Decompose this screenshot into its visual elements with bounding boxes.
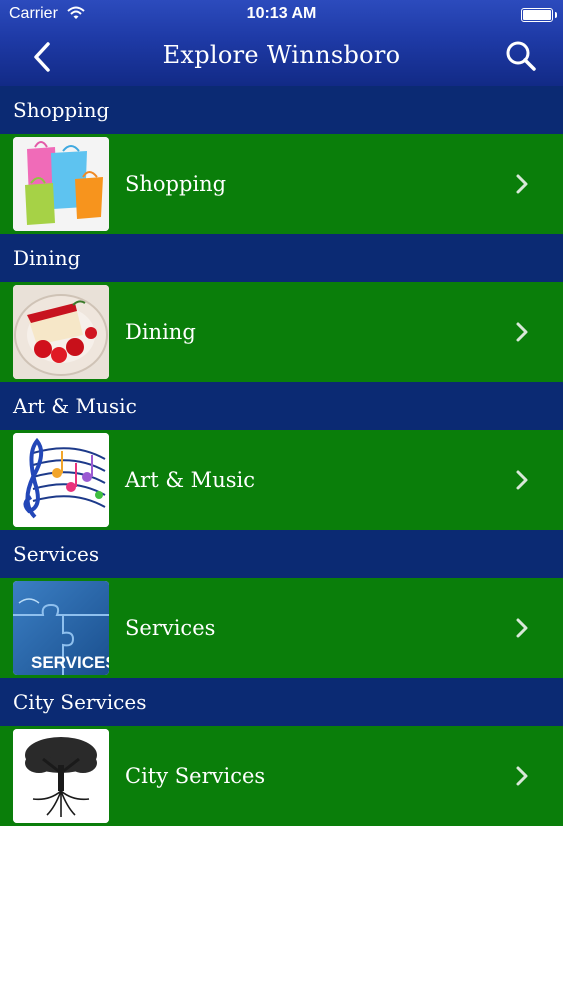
dessert-plate-image: [13, 285, 109, 379]
services-thumbnail-text: SERVICES: [31, 653, 109, 672]
list-item-shopping[interactable]: Shopping: [0, 134, 563, 234]
category-list: Shopping Shopping Dining Dining Art & Mu…: [0, 86, 563, 826]
music-notes-image: [13, 433, 109, 527]
list-item-services[interactable]: SERVICES Services: [0, 578, 563, 678]
page-title: Explore Winnsboro: [162, 41, 401, 69]
section-header-dining: Dining: [0, 234, 563, 282]
search-button[interactable]: [503, 39, 539, 75]
row-label: City Services: [125, 764, 266, 788]
chevron-right-icon: [516, 174, 528, 194]
top-bar: Carrier 10:13 AM Explore Winnsboro: [0, 0, 563, 86]
screen: Carrier 10:13 AM Explore Winnsboro Shopp…: [0, 0, 563, 1000]
chevron-right-icon: [516, 470, 528, 490]
search-icon: [506, 41, 536, 71]
battery-icon: [521, 8, 557, 22]
section-header-art-music: Art & Music: [0, 382, 563, 430]
list-item-art-music[interactable]: Art & Music: [0, 430, 563, 530]
status-time: 10:13 AM: [246, 5, 317, 22]
section-header-services: Services: [0, 530, 563, 578]
list-item-city-services[interactable]: City Services: [0, 726, 563, 826]
chevron-right-icon: [516, 322, 528, 342]
status-bar: Carrier 10:13 AM: [0, 0, 563, 30]
shopping-bags-image: [13, 137, 109, 231]
chevron-right-icon: [516, 618, 528, 638]
row-label: Art & Music: [125, 468, 255, 492]
tree-image: [13, 729, 109, 823]
section-header-shopping: Shopping: [0, 86, 563, 134]
list-item-dining[interactable]: Dining: [0, 282, 563, 382]
chevron-right-icon: [516, 766, 528, 786]
row-label: Shopping: [125, 172, 227, 196]
nav-bar: Explore Winnsboro: [0, 30, 563, 86]
services-puzzle-image: SERVICES: [13, 581, 109, 675]
row-label: Dining: [125, 320, 196, 344]
row-label: Services: [125, 616, 216, 640]
section-header-city-services: City Services: [0, 678, 563, 726]
